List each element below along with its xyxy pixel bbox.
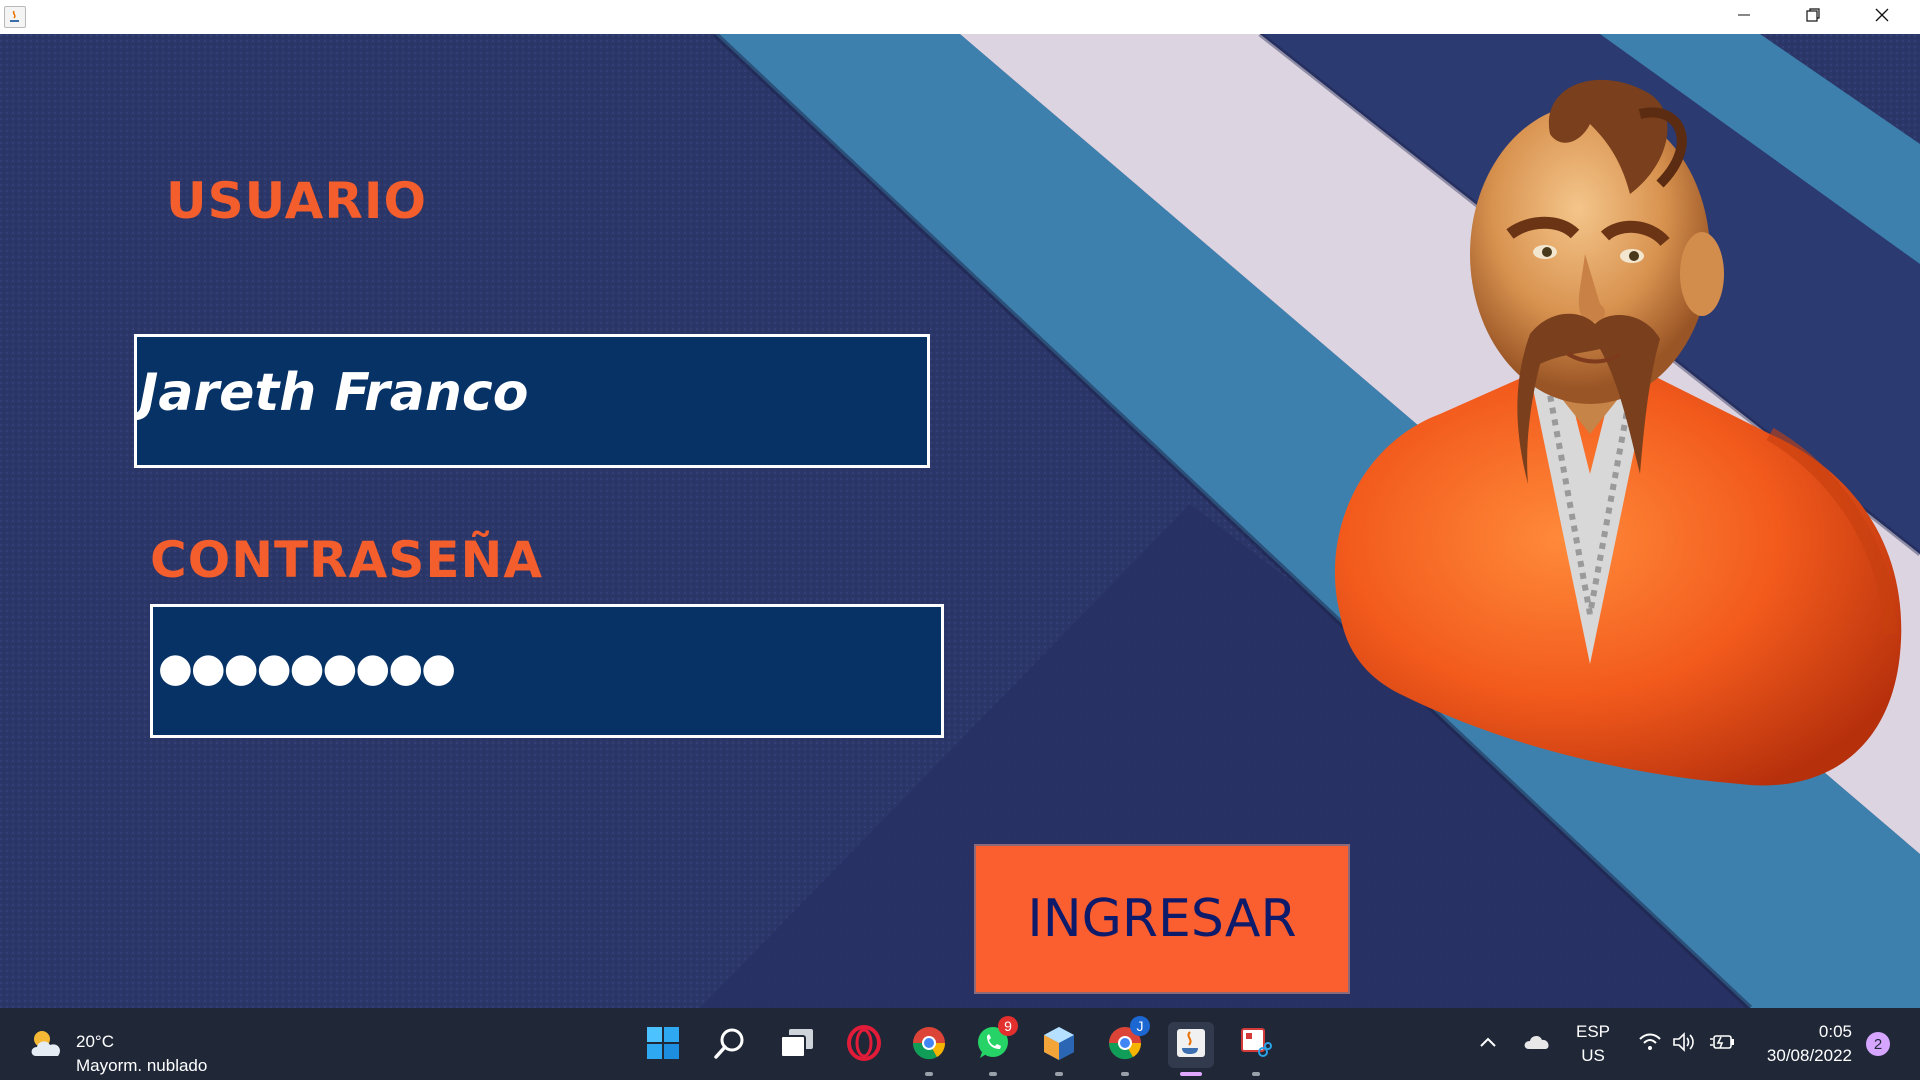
close-button[interactable]: [1848, 0, 1916, 34]
wifi-icon: [1638, 1032, 1662, 1057]
snipping-tool-icon: [1239, 1026, 1273, 1065]
active-indicator: [1180, 1072, 1202, 1076]
partly-cloudy-icon: [28, 1026, 66, 1067]
username-value: Jareth Franco: [139, 363, 529, 423]
close-icon: [1874, 7, 1890, 28]
search-icon: [713, 1026, 747, 1065]
restore-button[interactable]: [1779, 0, 1847, 34]
password-label: CONTRASEÑA: [150, 531, 544, 589]
password-mask: ●●●●●●●●●: [158, 645, 456, 691]
chrome-icon: [911, 1025, 947, 1066]
login-window: USUARIO Jareth Franco CONTRASEÑA ●●●●●●●…: [0, 34, 1920, 1008]
show-hidden-icons-button[interactable]: [1474, 1030, 1502, 1058]
battery-button[interactable]: [1708, 1030, 1736, 1058]
speaker-icon: [1672, 1031, 1696, 1057]
start-button[interactable]: [640, 1022, 686, 1068]
cossack-mascot-image: [1334, 79, 1902, 786]
java-app-icon: [4, 6, 26, 28]
restore-icon: [1805, 7, 1821, 28]
windows-start-icon: [646, 1026, 680, 1065]
task-view-button[interactable]: [774, 1022, 820, 1068]
chrome-app[interactable]: [906, 1022, 952, 1076]
whatsapp-app[interactable]: 9: [970, 1016, 1018, 1076]
minimize-button[interactable]: [1710, 0, 1778, 34]
title-bar: [0, 0, 1920, 34]
netbeans-icon: [1041, 1025, 1077, 1066]
taskbar: 20°C Mayorm. nublado 9 J ESP US 0:05 30/…: [0, 1008, 1920, 1080]
running-indicator: [989, 1072, 997, 1076]
chevron-up-icon: [1479, 1035, 1497, 1053]
weather-description: Mayorm. nublado: [76, 1056, 208, 1075]
whatsapp-badge: 9: [998, 1016, 1018, 1036]
running-indicator: [925, 1072, 933, 1076]
java-app[interactable]: [1168, 1022, 1214, 1076]
running-indicator: [1252, 1072, 1260, 1076]
opera-icon: [846, 1024, 882, 1066]
running-indicator: [1055, 1072, 1063, 1076]
input-language[interactable]: ESP: [1576, 1022, 1610, 1042]
battery-charging-icon: [1709, 1033, 1735, 1056]
chrome-profile-badge: J: [1130, 1016, 1150, 1036]
volume-button[interactable]: [1670, 1030, 1698, 1058]
username-label: USUARIO: [166, 172, 427, 230]
snipping-tool-app[interactable]: [1233, 1022, 1279, 1076]
java-icon: [1174, 1026, 1208, 1065]
weather-widget[interactable]: 20°C Mayorm. nublado: [24, 1020, 234, 1075]
onedrive-button[interactable]: [1520, 1030, 1554, 1058]
weather-temperature: 20°C: [76, 1032, 114, 1051]
clock-date[interactable]: 30/08/2022: [1748, 1046, 1852, 1066]
task-view-icon: [779, 1027, 815, 1064]
cloud-icon: [1523, 1033, 1551, 1056]
clock-time[interactable]: 0:05: [1748, 1022, 1852, 1042]
wifi-button[interactable]: [1636, 1030, 1664, 1058]
keyboard-layout[interactable]: US: [1576, 1046, 1610, 1066]
password-field[interactable]: ●●●●●●●●●: [150, 604, 944, 738]
minimize-icon: [1737, 8, 1751, 27]
running-indicator: [1121, 1072, 1129, 1076]
chrome-profile-app[interactable]: J: [1102, 1016, 1150, 1076]
search-button[interactable]: [707, 1022, 753, 1068]
opera-app[interactable]: [841, 1022, 887, 1068]
notification-badge[interactable]: 2: [1866, 1032, 1890, 1056]
username-field[interactable]: Jareth Franco: [134, 334, 930, 468]
netbeans-app[interactable]: [1036, 1022, 1082, 1076]
ingresar-button[interactable]: INGRESAR: [974, 844, 1350, 994]
